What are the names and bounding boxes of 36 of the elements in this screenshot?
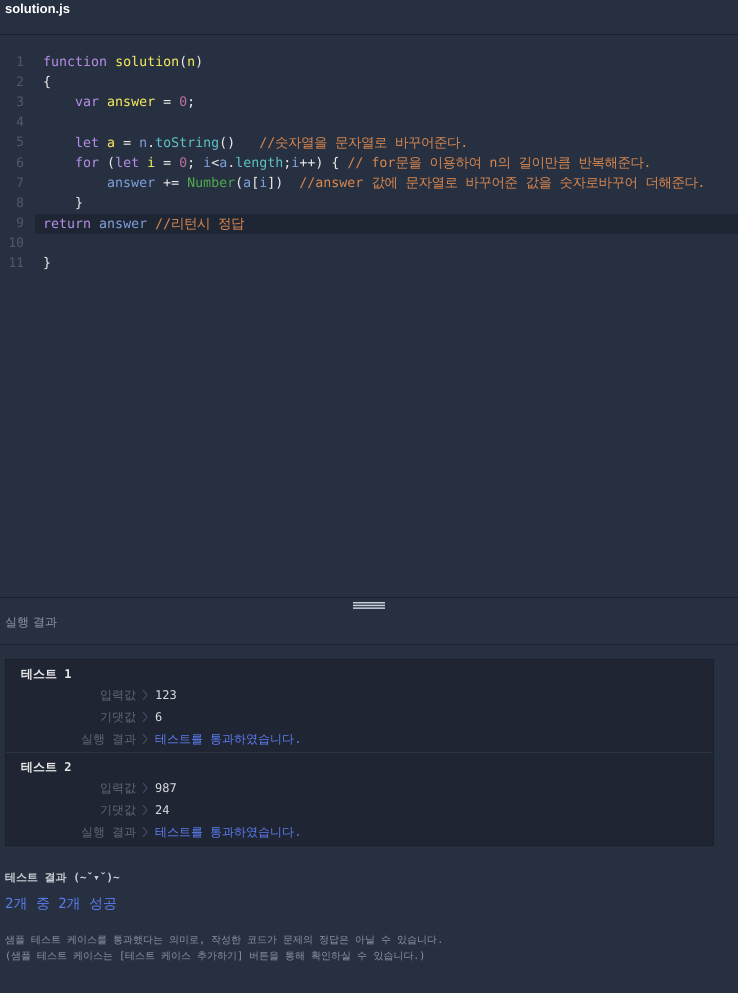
panel-title: 실행 결과 bbox=[5, 614, 57, 631]
note-text: 샘플 테스트 케이스를 통과했다는 의미로, 작성한 코드가 문제의 정답은 아닐 수 있습니다. bbox=[5, 934, 444, 948]
row-label: 실행 결과 bbox=[80, 824, 136, 840]
row-value: 테스트를 통과하였습니다. bbox=[155, 824, 302, 840]
chevron-icon bbox=[142, 733, 148, 745]
row-value: 테스트를 통과하였습니다. bbox=[155, 730, 302, 748]
note-text: (샘플 테스트 케이스는 [테스트 케이스 추가하기] 버튼을 통해 확인하실 수 있습니다.) bbox=[5, 950, 426, 964]
row-value: 6 bbox=[155, 710, 162, 724]
row-label: 입력값 bbox=[99, 686, 136, 704]
row-value: 123 bbox=[155, 688, 177, 702]
row-value: 24 bbox=[155, 803, 170, 817]
chevron-icon bbox=[142, 804, 148, 816]
resize-handle-icon[interactable] bbox=[353, 602, 385, 609]
code-line: return answer //리턴시 정답 bbox=[43, 216, 244, 233]
test-title: 테스트 2 bbox=[20, 759, 72, 776]
code-line: var answer = 0; bbox=[74, 94, 196, 110]
code-line: { bbox=[43, 74, 52, 90]
summary-title: 테스트 결과 (~ˇ▾ˇ)~ bbox=[4, 870, 121, 885]
row-label: 기댓값 bbox=[99, 708, 136, 726]
chevron-icon bbox=[142, 711, 148, 723]
row-value: 987 bbox=[155, 781, 177, 795]
chevron-icon bbox=[142, 782, 148, 794]
code-line: answer += Number(a[i]) //answer 값에 문자열로 바꾸어준 값을 숫자로바꾸어 더해준다. bbox=[106, 175, 706, 192]
code-line: } bbox=[43, 256, 52, 272]
code-line: for (let i = 0; i<a.length;i++) { // for문을 이용하여 n의 길이만큼 반복해준다. bbox=[74, 155, 652, 172]
code-line: } bbox=[74, 196, 84, 211]
file-tab-title[interactable]: solution.js bbox=[0, 0, 75, 17]
chevron-icon bbox=[142, 689, 148, 701]
code-line: function solution(n) bbox=[43, 54, 204, 70]
test-title: 테스트 1 bbox=[20, 666, 72, 683]
summary-text: 2개 중 2개 성공 bbox=[4, 895, 118, 913]
code-line: let a = n.toString() //숫자열을 문자열로 바꾸어준다. bbox=[74, 134, 468, 152]
row-label: 입력값 bbox=[99, 780, 136, 796]
row-label: 실행 결과 bbox=[80, 730, 136, 748]
row-label: 기댓값 bbox=[99, 802, 136, 818]
chevron-icon bbox=[142, 826, 148, 838]
